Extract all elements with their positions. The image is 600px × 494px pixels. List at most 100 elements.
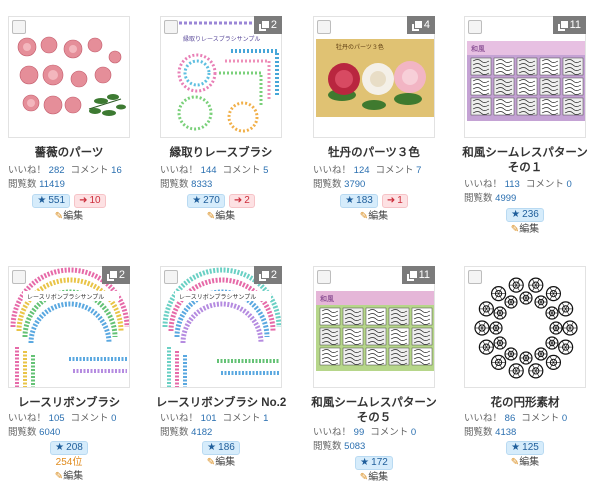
image-count-badge: 4 (406, 16, 435, 34)
images-count-icon (410, 20, 423, 32)
comment-count[interactable]: 1 (263, 413, 268, 424)
image-count-badge: 2 (253, 16, 282, 34)
card-views: 閲覧数 4182 (160, 427, 213, 438)
views-count: 3790 (344, 179, 366, 190)
favorite-button[interactable]: ★ 208 (50, 441, 88, 455)
arrow-share-icon: ➜ (233, 195, 243, 206)
reaction-pills: ★ 270 ➜ 2 (160, 194, 282, 208)
like-count[interactable]: 101 (201, 413, 217, 424)
star-icon: ★ (345, 195, 355, 206)
thumbnail-image[interactable]: 縁取りレースブラシサンプル (160, 16, 282, 138)
comment-count[interactable]: 0 (411, 427, 416, 438)
flower-wreath-illustration (465, 267, 585, 387)
favorite-button[interactable]: ★ 236 (506, 208, 544, 222)
share-count-button[interactable]: ➜ 2 (228, 194, 255, 208)
card-title[interactable]: 牡丹のパーツ３色 (303, 146, 445, 161)
thumbnail-image[interactable]: レースリボンブラシサンプル (8, 266, 130, 388)
edit-link[interactable]: ✎編集 (464, 224, 586, 236)
lace-border-illustration: 縁取りレースブラシサンプル (161, 17, 281, 137)
star-icon: ★ (207, 442, 217, 453)
views-count: 11419 (39, 179, 65, 190)
edit-link[interactable]: ✎編集 (160, 211, 282, 223)
views-count: 5083 (344, 441, 366, 452)
like-count[interactable]: 113 (505, 179, 520, 190)
thumbnail-image[interactable] (464, 266, 586, 388)
images-count-icon (405, 270, 418, 282)
checkbox[interactable] (468, 20, 482, 34)
card-stats: いいね！ 101 コメント 1 (160, 413, 269, 424)
favorite-button[interactable]: ★ 186 (202, 441, 240, 455)
views-count: 4999 (495, 193, 517, 204)
reaction-pills: ★ 125 (464, 441, 586, 455)
card-stats: いいね！ 144 コメント 5 (160, 165, 269, 176)
arrow-share-icon: ➜ (386, 195, 396, 206)
like-count[interactable]: 144 (201, 165, 217, 176)
lace-ribbon-illustration: レースリボンブラシサンプル (9, 267, 129, 387)
thumb-caption: 和風 (320, 294, 334, 303)
checkbox[interactable] (164, 20, 178, 34)
thumb-caption: 牡丹のパーツ３色 (336, 43, 384, 51)
card-title[interactable]: レースリボンブラシ No.2 (150, 396, 292, 411)
edit-link[interactable]: ✎編集 (464, 457, 586, 469)
card-title[interactable]: レースリボンブラシ (0, 396, 140, 411)
thumbnail-image[interactable]: 牡丹のパーツ３色 (313, 16, 435, 138)
reaction-pills: ★ 208 (8, 441, 130, 455)
thumb-caption: 縁取りレースブラシサンプル (183, 35, 260, 43)
edit-link[interactable]: ✎編集 (8, 211, 130, 223)
share-count-button[interactable]: ➜ 10 (74, 194, 106, 208)
reaction-pills: ★ 183 ➜ 1 (313, 194, 435, 208)
like-count[interactable]: 105 (49, 413, 65, 424)
checkbox[interactable] (12, 270, 26, 284)
arrow-share-icon: ➜ (79, 195, 88, 206)
card-title[interactable]: 和風シームレスパターン その１ (454, 146, 599, 176)
favorite-button[interactable]: ★ 270 (187, 194, 225, 208)
like-count[interactable]: 124 (354, 165, 370, 176)
favorite-button[interactable]: ★ 551 (32, 194, 71, 208)
thumbnail-image[interactable]: 和風 (313, 266, 435, 388)
favorite-button[interactable]: ★ 125 (506, 441, 544, 455)
like-count[interactable]: 86 (505, 413, 516, 424)
edit-link[interactable]: ✎編集 (313, 472, 435, 484)
checkbox[interactable] (468, 270, 482, 284)
comment-count[interactable]: 5 (263, 165, 268, 176)
card-title[interactable]: 縁取りレースブラシ (150, 146, 292, 161)
star-icon: ★ (511, 442, 521, 453)
card-title[interactable]: 和風シームレスパターン その５ (303, 396, 448, 426)
card-title[interactable]: 花の円形素材 (454, 396, 596, 411)
thumbnail-image[interactable]: 和風 (464, 16, 586, 138)
comment-count[interactable]: 16 (111, 165, 122, 176)
like-count[interactable]: 99 (354, 427, 365, 438)
card-title[interactable]: 薔薇のパーツ (0, 146, 140, 161)
like-count[interactable]: 282 (49, 165, 65, 176)
thumbnail-image[interactable]: レースリボンブラシサンプル (160, 266, 282, 388)
card-views: 閲覧数 3790 (313, 179, 366, 190)
thumb-caption: レースリボンブラシサンプル (179, 293, 256, 301)
images-count-icon (105, 270, 118, 282)
card-views: 閲覧数 4999 (464, 193, 517, 204)
share-count-button[interactable]: ➜ 1 (381, 194, 408, 208)
card-stats: いいね！ 282 コメント 16 (8, 164, 168, 178)
checkbox[interactable] (164, 270, 178, 284)
edit-link[interactable]: ✎編集 (8, 471, 130, 483)
favorite-button[interactable]: ★ 172 (355, 456, 393, 470)
thumb-caption: 和風 (471, 44, 485, 53)
comment-count[interactable]: 0 (562, 413, 567, 424)
checkbox[interactable] (12, 20, 26, 34)
edit-link[interactable]: ✎編集 (160, 457, 282, 469)
thumbnail-image[interactable] (8, 16, 130, 138)
comment-count[interactable]: 0 (111, 413, 116, 424)
comment-count[interactable]: 7 (416, 165, 421, 176)
card-stats: いいね！ 113 コメント 0 (464, 179, 572, 190)
pencil-icon: ✎ (510, 457, 520, 468)
comment-count[interactable]: 0 (566, 179, 571, 190)
pencil-icon: ✎ (206, 457, 216, 468)
checkbox[interactable] (317, 20, 331, 34)
favorite-button[interactable]: ★ 183 (340, 194, 378, 208)
image-count-badge: 11 (552, 16, 586, 34)
reaction-pills: ★ 551 ➜ 10 (8, 194, 130, 208)
checkbox[interactable] (317, 270, 331, 284)
edit-link[interactable]: ✎編集 (313, 211, 435, 223)
image-count-badge: 2 (101, 266, 130, 284)
image-count-badge: 11 (401, 266, 435, 284)
star-icon: ★ (55, 442, 65, 453)
